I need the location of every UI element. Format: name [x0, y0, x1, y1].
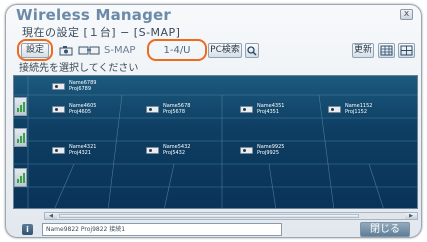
page-highlight-ring	[147, 39, 207, 61]
device-product: Proj4321	[69, 150, 92, 156]
title-bar: Wireless Manager x	[6, 5, 421, 24]
view-list-icon[interactable]	[398, 43, 415, 58]
signal-strength-icon	[17, 173, 25, 183]
toolbar: 設定 S-MAP 1-4/U PC検索 更新	[16, 39, 416, 61]
row-header-2[interactable]	[14, 128, 27, 147]
row-header-3[interactable]	[14, 168, 27, 187]
info-icon: i	[22, 224, 33, 235]
window-close-button[interactable]: x	[400, 9, 413, 20]
scroll-right-arrow-icon[interactable]: ▶	[405, 213, 417, 219]
transfer-icon[interactable]	[78, 43, 100, 58]
device-product: Proj5432	[163, 150, 186, 156]
projector-icon	[52, 106, 65, 113]
instruction-text: 接続先を選択してください	[19, 63, 139, 74]
status-bar: i Name9822 Proj9822 接続1 閉じる	[16, 222, 416, 237]
app-title: Wireless Manager	[16, 6, 172, 24]
projector-icon	[52, 83, 65, 90]
row-header-1[interactable]	[14, 97, 27, 116]
device-map-grid[interactable]: Name6789 Proj6789 Name4605 Proj4605 Name56…	[13, 75, 418, 209]
magnifier-icon[interactable]	[245, 43, 259, 58]
scroll-thumb[interactable]	[59, 214, 359, 218]
view-grid-icon[interactable]	[378, 43, 395, 58]
wireless-manager-window: Wireless Manager x 現在の設定 [１台] − [S-MAP] …	[5, 4, 422, 238]
pc-search-button[interactable]: PC検索	[208, 43, 242, 58]
projector-icon	[146, 147, 159, 154]
grid-lines	[14, 76, 417, 208]
projector-icon	[240, 106, 253, 113]
close-button[interactable]: 閉じる	[360, 222, 410, 237]
camera-icon[interactable]	[58, 43, 76, 58]
current-settings-label: 現在の設定 [１台] − [S-MAP]	[22, 26, 181, 39]
device-product: Proj9925	[257, 150, 280, 156]
projector-icon	[240, 147, 253, 154]
signal-strength-icon	[17, 102, 25, 112]
horizontal-scrollbar[interactable]: ◀ ▶	[44, 212, 418, 220]
refresh-button[interactable]: 更新	[352, 43, 374, 58]
device-product: Proj4351	[257, 109, 280, 115]
projector-icon	[52, 147, 65, 154]
projector-icon	[146, 106, 159, 113]
projector-icon	[328, 106, 341, 113]
settings-highlight-ring	[17, 39, 53, 61]
device-product: Proj4605	[69, 109, 92, 115]
device-product: Proj5678	[163, 109, 186, 115]
scroll-left-arrow-icon[interactable]: ◀	[45, 213, 57, 219]
signal-strength-icon	[17, 133, 25, 143]
status-text-field: Name9822 Proj9822 接続1	[42, 223, 282, 236]
mode-label: S-MAP	[104, 45, 136, 56]
device-product: Proj6789	[69, 86, 92, 92]
device-product: Proj1152	[345, 109, 368, 115]
